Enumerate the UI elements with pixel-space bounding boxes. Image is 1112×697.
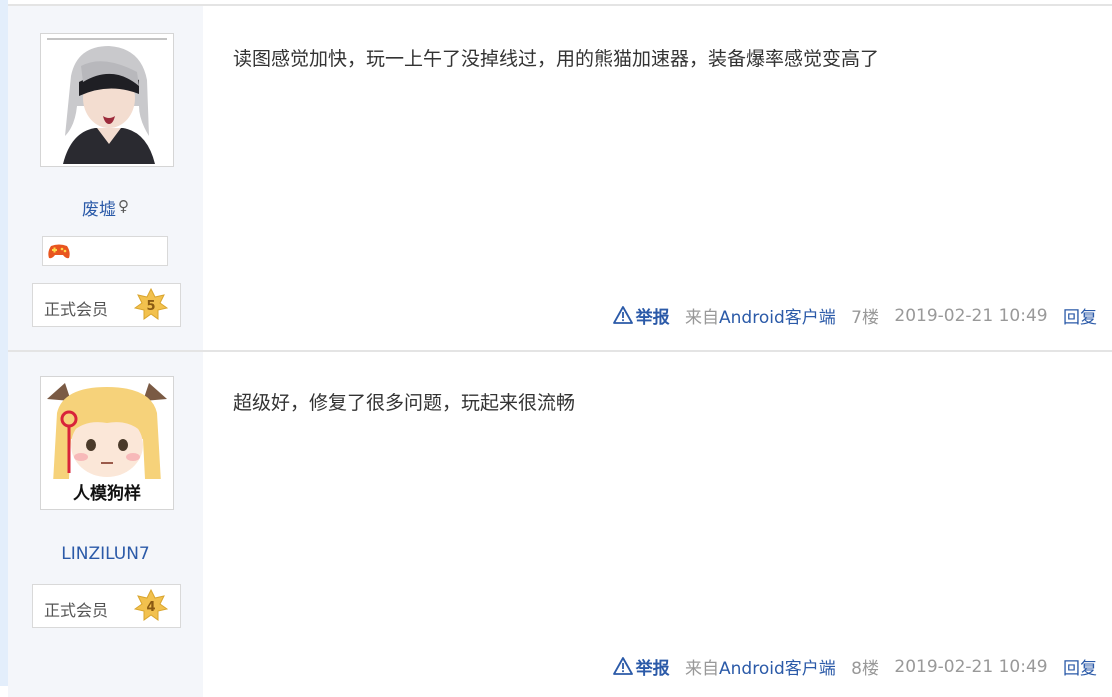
- game-controller-icon[interactable]: [47, 242, 71, 260]
- client-source-prefix: 来自: [685, 659, 720, 679]
- client-source-link[interactable]: Android客户端: [719, 654, 836, 679]
- username[interactable]: LINZILUN7: [8, 544, 203, 564]
- post-author-sidebar: 人模狗样 LINZILUN7 正式会员 4: [8, 352, 203, 697]
- female-gender-icon: ♀: [118, 197, 129, 215]
- post-content: 超级好，修复了很多问题，玩起来很流畅: [233, 392, 576, 414]
- level-number: 4: [146, 600, 155, 615]
- post-footer: 举报 来自Android客户端 7楼 2019-02-21 10:49 回复: [612, 303, 1097, 328]
- report-button[interactable]: 举报: [612, 303, 670, 328]
- warning-icon: [612, 305, 633, 324]
- post-timestamp: 2019-02-21 10:49: [894, 305, 1048, 326]
- avatar-image-grey-hair: [43, 36, 171, 164]
- medal-box: [42, 236, 168, 266]
- reply-button[interactable]: 回复: [1063, 654, 1097, 679]
- floor-number: 8楼: [851, 659, 879, 679]
- avatar-caption: 人模狗样: [73, 483, 141, 504]
- post-timestamp: 2019-02-21 10:49: [894, 656, 1048, 677]
- level-number: 5: [146, 299, 155, 314]
- rank-label: 正式会员: [44, 601, 109, 620]
- username-text[interactable]: 废墟: [82, 200, 116, 220]
- level-star-icon: 4: [134, 589, 168, 621]
- member-rank: 正式会员 4: [32, 584, 181, 628]
- post-content: 读图感觉加快，玩一上午了没掉线过，用的熊猫加速器，装备爆率感觉变高了: [233, 48, 880, 70]
- warning-icon: [612, 656, 633, 675]
- avatar[interactable]: 人模狗样: [40, 376, 174, 510]
- post-author-sidebar: 废墟 ♀ 正式会员 5: [8, 6, 203, 351]
- member-rank: 正式会员 5: [32, 283, 181, 327]
- avatar-image-anime-girl: 人模狗样: [43, 379, 171, 507]
- avatar[interactable]: [40, 33, 174, 167]
- reply-button[interactable]: 回复: [1063, 303, 1097, 328]
- report-label[interactable]: 举报: [636, 303, 670, 328]
- post-8: 人模狗样 LINZILUN7 正式会员 4 超级好，修复了很多问题，玩起来很流畅…: [8, 350, 1112, 697]
- client-source-link[interactable]: Android客户端: [719, 303, 836, 328]
- report-button[interactable]: 举报: [612, 654, 670, 679]
- post-footer: 举报 来自Android客户端 8楼 2019-02-21 10:49 回复: [612, 654, 1097, 679]
- report-label[interactable]: 举报: [636, 654, 670, 679]
- left-accent-strip: [0, 0, 8, 686]
- client-source-prefix: 来自: [685, 308, 720, 328]
- floor-number: 7楼: [851, 308, 879, 328]
- username[interactable]: 废墟 ♀: [8, 195, 203, 220]
- rank-label: 正式会员: [44, 300, 109, 319]
- level-star-icon: 5: [134, 288, 168, 320]
- username-text[interactable]: LINZILUN7: [61, 544, 149, 564]
- post-7: 废墟 ♀ 正式会员 5 读图感觉加快，玩一上午了没掉线过，用的熊猫加速器，装备爆率…: [8, 4, 1112, 351]
